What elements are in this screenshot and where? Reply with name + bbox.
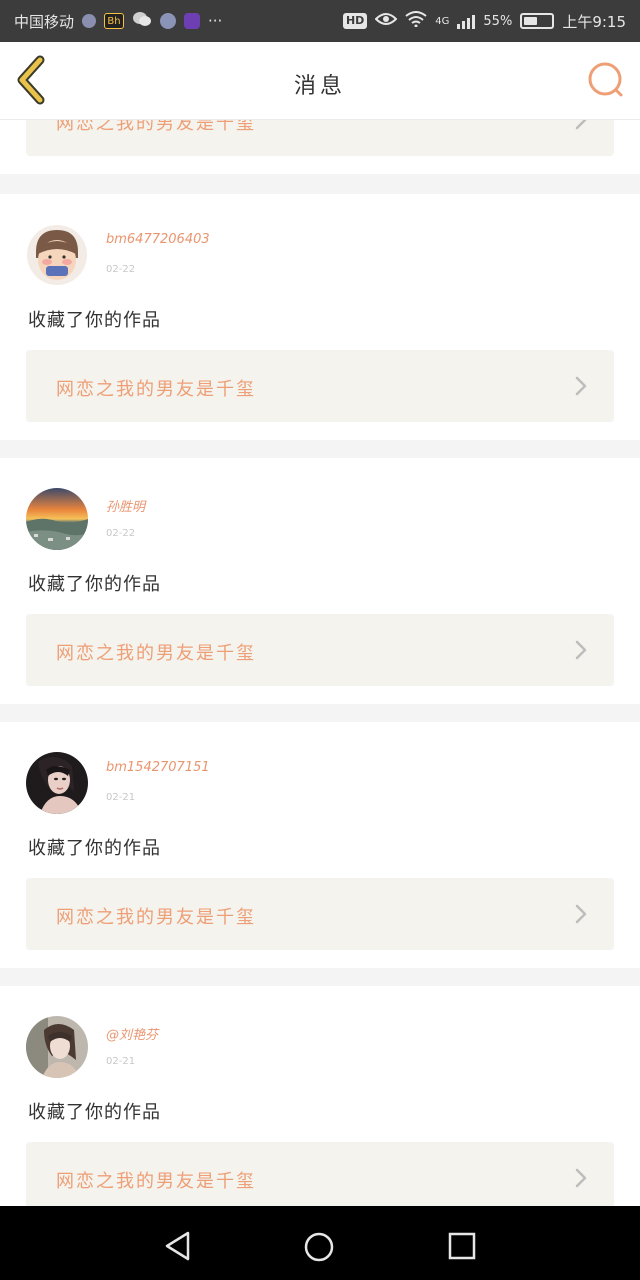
- message-card: bm1542707151 02-21 收藏了你的作品 网恋之我的男友是千玺: [0, 722, 640, 968]
- app-notification-icon: [82, 14, 97, 28]
- system-home-button[interactable]: [303, 1231, 335, 1263]
- work-title: 网恋之我的男友是千玺: [56, 643, 256, 664]
- work-link[interactable]: 网恋之我的男友是千玺: [26, 1142, 614, 1206]
- sunset-landscape-avatar-icon: [26, 488, 88, 550]
- signal-strength-icon: [457, 13, 476, 29]
- status-bar-right: HD 4G 55% 上午9:15: [342, 11, 626, 32]
- message-date: 02-21: [106, 1056, 136, 1067]
- wifi-icon: [405, 11, 427, 31]
- cartoon-face-avatar-icon: [26, 224, 88, 286]
- page-title: 消息: [293, 74, 346, 99]
- username[interactable]: @刘艳芬: [106, 1024, 158, 1043]
- media-app-icon: [184, 13, 201, 29]
- message-card: 孙胜明 02-22 收藏了你的作品 网恋之我的男友是千玺: [0, 458, 640, 704]
- assistant-icon: [160, 13, 177, 29]
- system-back-button[interactable]: [162, 1230, 194, 1262]
- carrier-label: 中国移动: [14, 12, 75, 31]
- work-title: 网恋之我的男友是千玺: [56, 1171, 256, 1192]
- message-feed[interactable]: 网恋之我的男友是千玺 bm6477206403 02-22 收藏了你的作品 网恋…: [0, 120, 640, 1206]
- chevron-right-icon: [575, 640, 587, 660]
- chevron-right-icon: [575, 904, 587, 924]
- hd-badge: HD: [342, 13, 368, 29]
- avatar[interactable]: [26, 488, 88, 550]
- message-date: 02-22: [106, 264, 136, 275]
- work-title: 网恋之我的男友是千玺: [56, 379, 256, 400]
- clock-label: 上午9:15: [562, 12, 626, 31]
- action-text: 收藏了你的作品: [28, 838, 161, 859]
- search-icon: [588, 62, 623, 97]
- avatar[interactable]: [26, 224, 88, 286]
- work-title: 网恋之我的男友是千玺: [56, 120, 256, 134]
- message-card: bm6477206403 02-22 收藏了你的作品 网恋之我的男友是千玺: [0, 194, 640, 440]
- search-button[interactable]: [586, 60, 626, 100]
- work-title: 网恋之我的男友是千玺: [56, 907, 256, 928]
- network-type-label: 4G: [435, 15, 450, 27]
- username[interactable]: bm1542707151: [106, 760, 210, 775]
- square-recents-icon: [448, 1232, 476, 1260]
- triangle-back-icon: [165, 1231, 190, 1261]
- message-date: 02-21: [106, 792, 136, 803]
- status-bar-left: 中国移动 Bh ···: [14, 11, 343, 32]
- woman-portrait-avatar-icon: [26, 752, 88, 814]
- message-date: 02-22: [106, 528, 136, 539]
- chevron-right-icon: [575, 376, 587, 396]
- avatar[interactable]: [26, 752, 88, 814]
- work-link[interactable]: 网恋之我的男友是千玺: [26, 120, 614, 156]
- girl-photo-avatar-icon: [26, 1016, 88, 1078]
- work-link[interactable]: 网恋之我的男友是千玺: [26, 878, 614, 950]
- top-navigation-bar: 消息: [0, 42, 640, 120]
- chevron-right-icon: [575, 120, 587, 130]
- username[interactable]: bm6477206403: [106, 232, 210, 247]
- circle-home-icon: [304, 1232, 334, 1262]
- message-card-partial: 网恋之我的男友是千玺: [0, 120, 640, 174]
- action-text: 收藏了你的作品: [28, 1102, 161, 1123]
- bilibili-icon: Bh: [104, 13, 125, 29]
- eye-comfort-icon: [374, 12, 398, 30]
- action-text: 收藏了你的作品: [28, 310, 161, 331]
- avatar[interactable]: [26, 1016, 88, 1078]
- system-navigation-bar: [0, 1206, 640, 1280]
- work-link[interactable]: 网恋之我的男友是千玺: [26, 350, 614, 422]
- battery-icon: [520, 13, 555, 29]
- chevron-right-icon: [575, 1168, 587, 1188]
- action-text: 收藏了你的作品: [28, 574, 161, 595]
- system-recents-button[interactable]: [447, 1231, 477, 1261]
- status-bar: 中国移动 Bh ··· HD 4G 55% 上午9:15: [0, 0, 640, 42]
- message-card: @刘艳芬 02-21 收藏了你的作品 网恋之我的男友是千玺: [0, 986, 640, 1206]
- work-link[interactable]: 网恋之我的男友是千玺: [26, 614, 614, 686]
- username[interactable]: 孙胜明: [106, 496, 145, 515]
- battery-percent-label: 55%: [483, 13, 513, 29]
- wechat-icon: [132, 11, 152, 31]
- more-notifications-icon: ···: [208, 12, 223, 30]
